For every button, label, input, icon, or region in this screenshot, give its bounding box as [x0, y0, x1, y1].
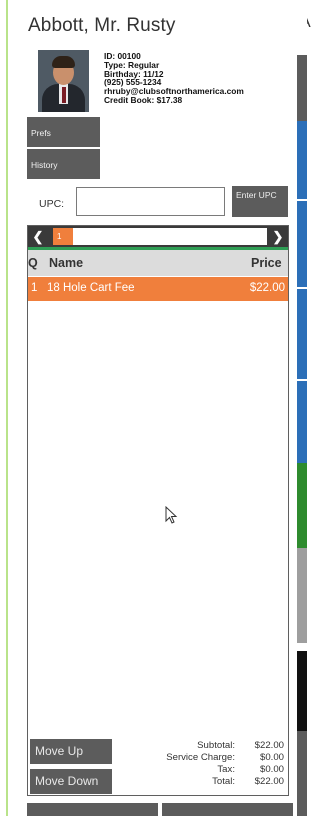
- total-label: Total:: [212, 776, 235, 787]
- right-panel-tile-blue-4[interactable]: [297, 381, 307, 463]
- customer-photo: [38, 50, 89, 112]
- prefs-button[interactable]: Prefs: [27, 117, 100, 147]
- move-down-button[interactable]: Move Down: [30, 769, 112, 794]
- subtotal-value: $22.00: [254, 740, 284, 751]
- item-name: 18 Hole Cart Fee: [47, 282, 135, 294]
- tax-label: Tax:: [217, 764, 235, 775]
- enter-upc-button[interactable]: Enter UPC: [232, 186, 288, 217]
- upc-label: UPC:: [39, 198, 65, 210]
- right-panel-tile-blue-2[interactable]: [297, 201, 307, 287]
- right-panel-tile-gray-3[interactable]: [297, 731, 307, 816]
- column-q: Q: [28, 256, 38, 270]
- service-charge-label: Service Charge:: [166, 752, 235, 763]
- left-accent-bar: [6, 0, 8, 816]
- upc-input[interactable]: [76, 187, 225, 216]
- right-panel-tile-blue-1[interactable]: [297, 121, 307, 199]
- item-quantity: 1: [31, 282, 38, 294]
- total-value: $22.00: [254, 776, 284, 787]
- order-list: [27, 225, 289, 796]
- right-panel-top: [297, 0, 307, 55]
- right-panel-tile-blue-3[interactable]: [297, 289, 307, 379]
- right-panel-tile-gray-2[interactable]: [297, 548, 307, 643]
- chevron-right-icon[interactable]: ❯: [268, 226, 288, 247]
- right-panel-gap-4: [297, 643, 307, 651]
- tax-value: $0.00: [259, 764, 284, 775]
- customer-name: Abbott, Mr. Rusty: [28, 15, 176, 36]
- customer-credit-book: Credit Book: $17.38: [104, 94, 183, 105]
- right-panel-tile-gray[interactable]: [297, 55, 307, 121]
- mouse-pointer-icon: [165, 506, 178, 524]
- right-panel-tile-black[interactable]: [297, 651, 307, 731]
- bottom-action-button-1[interactable]: [27, 803, 158, 816]
- history-button[interactable]: History: [27, 149, 100, 179]
- chevron-left-icon[interactable]: ❮: [28, 226, 48, 247]
- service-charge-value: $0.00: [259, 752, 284, 763]
- right-panel-tile-green[interactable]: [297, 463, 307, 548]
- subtotal-label: Subtotal:: [197, 740, 235, 751]
- list-item[interactable]: 1 18 Hole Cart Fee $22.00: [28, 277, 288, 301]
- item-price: $22.00: [249, 282, 285, 294]
- pager-page-1[interactable]: 1: [53, 228, 73, 245]
- bottom-action-button-2[interactable]: [162, 803, 293, 816]
- pager-track[interactable]: [53, 228, 267, 245]
- customer-details: ID: 00100 Type: Regular Birthday: 11/12 …: [104, 52, 244, 105]
- column-price: Price: [251, 256, 282, 270]
- move-up-button[interactable]: Move Up: [30, 739, 112, 764]
- column-name: Name: [49, 256, 84, 270]
